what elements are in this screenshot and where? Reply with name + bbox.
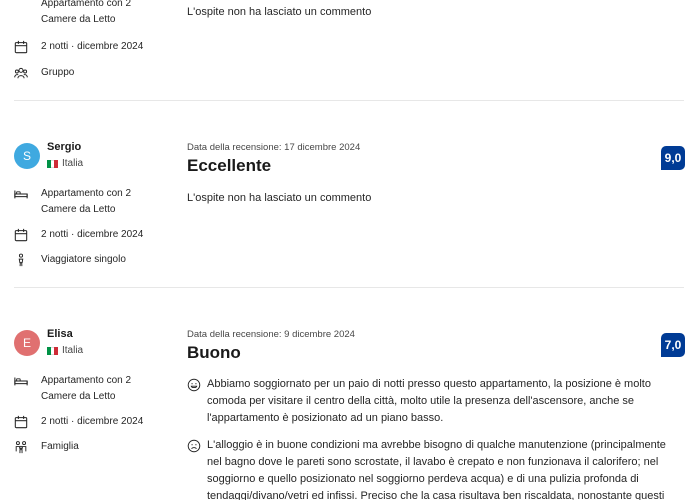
positive-text: Abbiamo soggiornato per un paio di notti…	[207, 378, 651, 424]
review-title: Eccellente	[187, 156, 272, 175]
score-badge: 7,0	[661, 333, 685, 357]
stay-info: 2 notti · dicembre 2024	[14, 414, 169, 430]
reviewer-country: Italia	[47, 345, 83, 356]
room-type: Appartamento con 2 Camere da Letto	[14, 0, 169, 28]
traveler-label: Famiglia	[41, 441, 79, 452]
country-label: Italia	[62, 345, 84, 356]
reviewer-name: Sergio	[47, 141, 82, 153]
review-title: Buono	[187, 343, 241, 362]
calendar-icon	[14, 415, 28, 429]
room-type-label: Appartamento con 2 Camere da Letto	[41, 188, 132, 215]
room-type-label: Appartamento con 2 Camere da Letto	[41, 0, 132, 25]
review-divider	[14, 287, 684, 288]
review-comment: L'ospite non ha lasciato un commento	[187, 192, 372, 204]
negative-comment: L'alloggio è in buone condizioni ma avre…	[187, 437, 677, 500]
review-date: Data della recensione: 9 dicembre 2024	[187, 329, 355, 340]
family-icon	[15, 441, 27, 454]
room-type: Appartamento con 2 Camere da Letto	[14, 186, 169, 218]
bed-icon	[14, 377, 28, 386]
bed-icon	[14, 190, 28, 199]
reviewer-country: Italia	[47, 158, 83, 169]
italy-flag-icon	[47, 346, 59, 355]
avatar-initial: S	[22, 149, 31, 163]
country-label: Italia	[62, 158, 84, 169]
person-icon	[18, 253, 24, 267]
traveler-label: Viaggiatore singolo	[41, 254, 126, 265]
review-divider	[14, 100, 684, 101]
traveler-type: Famiglia	[14, 439, 169, 455]
stay-label: 2 notti · dicembre 2024	[41, 416, 144, 427]
stay-label: 2 notti · dicembre 2024	[41, 229, 144, 240]
room-type-label: Appartamento con 2 Camere da Letto	[41, 375, 132, 402]
review-comment: L'ospite non ha lasciato un commento	[187, 6, 372, 18]
review-date: Data della recensione: 17 dicembre 2024	[187, 142, 361, 153]
sad-face-icon	[187, 439, 201, 453]
reviewer-name: Elisa	[47, 328, 73, 340]
traveler-type: Gruppo	[14, 65, 169, 81]
stay-info: 2 notti · dicembre 2024	[14, 227, 169, 243]
stay-label: 2 notti · dicembre 2024	[41, 41, 144, 52]
calendar-icon	[14, 228, 28, 242]
smile-face-icon	[187, 378, 201, 392]
stay-info: 2 notti · dicembre 2024	[14, 39, 169, 55]
traveler-type: Viaggiatore singolo	[14, 252, 169, 268]
traveler-label: Gruppo	[41, 67, 75, 78]
score-badge: 9,0	[661, 146, 685, 170]
avatar: E	[14, 330, 40, 356]
room-type: Appartamento con 2 Camere da Letto	[14, 373, 169, 405]
group-icon	[14, 67, 28, 79]
italy-flag-icon	[47, 159, 59, 168]
negative-text: L'alloggio è in buone condizioni ma avre…	[207, 439, 666, 500]
positive-comment: Abbiamo soggiornato per un paio di notti…	[187, 376, 677, 427]
calendar-icon	[14, 40, 28, 54]
avatar-initial: E	[22, 336, 31, 350]
avatar: S	[14, 143, 40, 169]
